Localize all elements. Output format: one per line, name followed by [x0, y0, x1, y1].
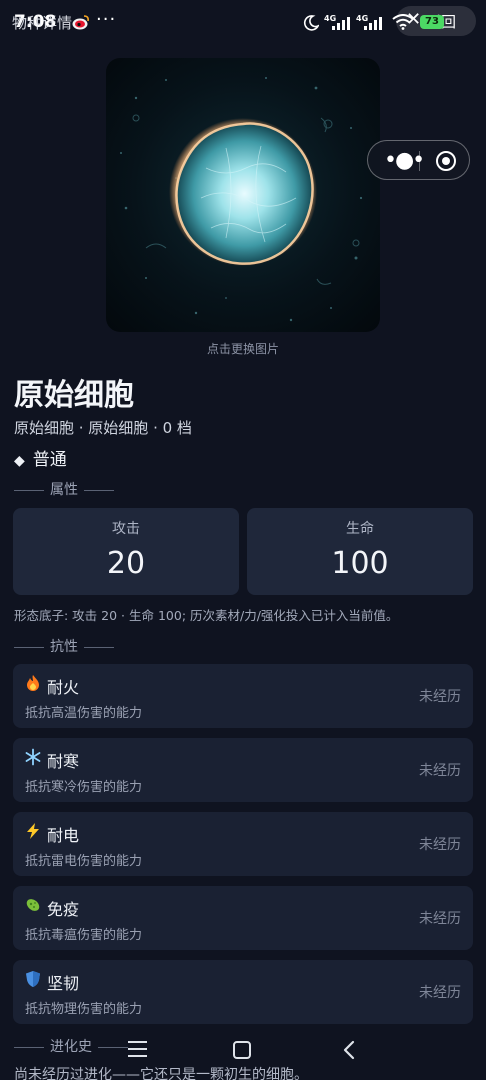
resistance-card-electric[interactable]: 耐电 抵抗雷电伤害的能力 未经历 [13, 812, 473, 876]
attributes-note: 形态底子: 攻击 20 · 生命 100; 历次素材/力/强化投入已计入当前值。 [14, 608, 399, 623]
history-section-title: 进化史 [14, 1036, 128, 1056]
resistance-desc: 抵抗寒冷伤害的能力 [25, 780, 143, 795]
divider-line [84, 646, 114, 648]
resistance-name: 耐电 [47, 826, 80, 845]
resistance-name: 耐火 [47, 678, 80, 697]
battery-indicator: 73 [420, 15, 444, 29]
close-miniprogram-icon[interactable] [435, 150, 457, 172]
diamond-icon: ◆ [14, 453, 25, 469]
microbe-icon [26, 899, 40, 911]
notification-more: ··· [96, 9, 117, 30]
resistance-desc: 抵抗高温伤害的能力 [25, 706, 143, 721]
resistance-desc: 抵抗雷电伤害的能力 [25, 854, 143, 869]
signal-bars-icon [332, 17, 350, 30]
resistances-section-title: 抗性 [14, 636, 114, 656]
divider-line [14, 489, 44, 491]
section-title-text: 属性 [50, 482, 78, 498]
history-text: 尚未经历过进化——它还只是一颗初生的细胞。 [14, 1067, 308, 1080]
resistance-desc: 抵抗毒瘟伤害的能力 [25, 928, 143, 943]
capsule-divider [419, 151, 420, 171]
resistance-name: 耐寒 [47, 752, 80, 771]
nav-back-button[interactable] [340, 1040, 360, 1060]
divider-line [14, 1046, 44, 1048]
rarity-label: 普通 [32, 450, 67, 470]
resistance-name: 坚韧 [47, 974, 80, 993]
more-menu-button[interactable]: •●• [384, 148, 425, 173]
stat-card-attack: 攻击 20 [13, 508, 239, 595]
resistance-status: 未经历 [419, 763, 461, 779]
menu-line [128, 1055, 147, 1057]
page-title: 物种详情 [12, 14, 73, 32]
snowflake-icon [25, 748, 41, 766]
battery-level: 73 [425, 16, 439, 27]
resistance-card-fire[interactable]: 耐火 抵抗高温伤害的能力 未经历 [13, 664, 473, 728]
signal-bars-icon [364, 17, 382, 30]
resistance-card-toughness[interactable]: 坚韧 抵抗物理伤害的能力 未经历 [13, 960, 473, 1024]
menu-line [128, 1048, 147, 1050]
stat-card-health: 生命 100 [247, 508, 473, 595]
menu-line [128, 1041, 147, 1043]
species-image[interactable] [106, 58, 380, 332]
miniprogram-capsule: •●• [367, 140, 470, 180]
nav-recents-button[interactable] [128, 1041, 147, 1057]
species-subtitle: 原始细胞 · 原始细胞 · 0 档 [14, 419, 192, 437]
weibo-icon [72, 15, 89, 30]
lightning-icon [27, 823, 39, 839]
stat-label: 攻击 [112, 521, 140, 537]
section-title-text: 进化史 [50, 1039, 92, 1055]
stat-value: 100 [331, 546, 389, 581]
status-bar: 7:08 物种详情 ··· 4G 4G ✕ 返回 73 [0, 0, 486, 44]
fire-icon [27, 675, 39, 691]
nav-home-button[interactable] [233, 1041, 251, 1059]
change-image-hint[interactable]: 点击更换图片 [0, 340, 486, 357]
resistance-desc: 抵抗物理伤害的能力 [25, 1002, 143, 1017]
resistance-card-cold[interactable]: 耐寒 抵抗寒冷伤害的能力 未经历 [13, 738, 473, 802]
attributes-section-title: 属性 [14, 479, 114, 499]
divider-line [84, 489, 114, 491]
resistance-card-immunity[interactable]: 免疫 抵抗毒瘟伤害的能力 未经历 [13, 886, 473, 950]
moon-icon [303, 15, 319, 31]
section-title-text: 抗性 [50, 639, 78, 655]
rarity-badge: ◆ 普通 [14, 445, 67, 470]
resistance-status: 未经历 [419, 911, 461, 927]
divider-line [98, 1046, 128, 1048]
species-name: 原始细胞 [14, 378, 134, 413]
cell-illustration [120, 77, 363, 322]
shield-icon [26, 971, 40, 987]
resistance-name: 免疫 [47, 900, 80, 919]
resistance-status: 未经历 [419, 985, 461, 1001]
divider-line [14, 646, 44, 648]
stat-label: 生命 [346, 521, 374, 537]
stat-value: 20 [106, 546, 146, 581]
resistance-status: 未经历 [419, 689, 461, 705]
wifi-icon [392, 14, 414, 30]
resistance-status: 未经历 [419, 837, 461, 853]
